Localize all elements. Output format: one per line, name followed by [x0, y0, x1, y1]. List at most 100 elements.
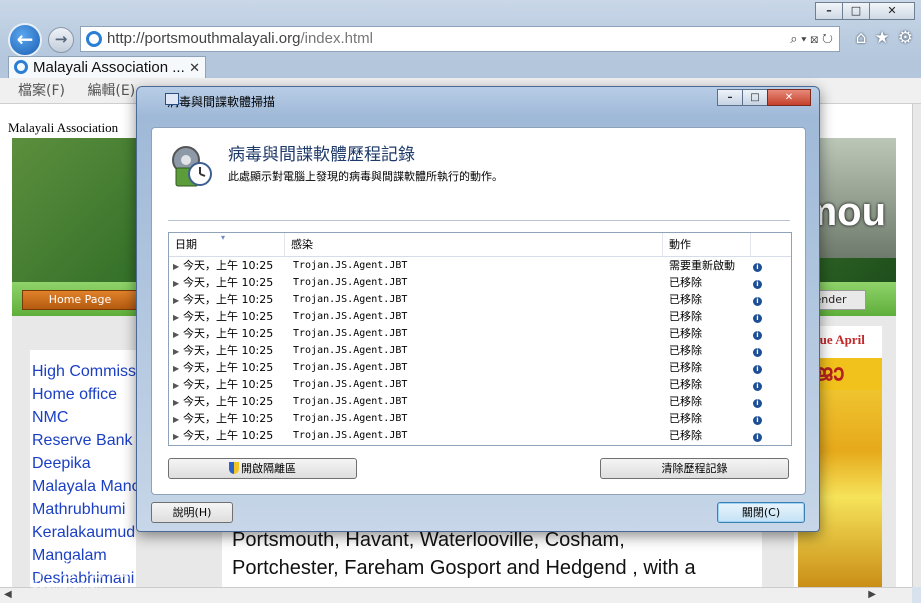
- scroll-right-icon[interactable]: ▶: [868, 588, 876, 602]
- expand-arrow-icon[interactable]: ▶: [173, 343, 183, 360]
- info-icon[interactable]: i: [753, 365, 762, 374]
- row-date: ▶ 今天，上午 10:25: [169, 308, 285, 325]
- scroll-left-icon[interactable]: ◀: [4, 588, 12, 602]
- link-home-office[interactable]: Home office: [32, 383, 136, 406]
- column-date-label: 日期: [175, 238, 197, 251]
- gear-icon[interactable]: ⚙: [898, 28, 913, 48]
- close-button[interactable]: ✕: [869, 2, 915, 20]
- expand-arrow-icon[interactable]: ▶: [173, 377, 183, 394]
- expand-arrow-icon[interactable]: ▶: [173, 309, 183, 326]
- address-tools-icon[interactable]: ⌕ ▾ ⊠ ↻: [790, 27, 833, 51]
- dialog-minimize-button[interactable]: –: [717, 89, 743, 106]
- table-row[interactable]: ▶ 今天，上午 10:25 Trojan.JS.Agent.JBT 已移除 i: [169, 291, 791, 308]
- scan-history-dialog: 病毒與間諜軟體掃描 – □ ✕ 病毒與間諜軟體歷程記錄 此處顯示對電腦上發現的病…: [136, 86, 820, 532]
- row-action: 已移除: [669, 344, 702, 357]
- minimize-button[interactable]: –: [815, 2, 843, 20]
- row-info: i: [751, 308, 791, 325]
- dialog-close-x-button[interactable]: ✕: [767, 89, 811, 106]
- table-row[interactable]: ▶ 今天，上午 10:25 Trojan.JS.Agent.JBT 需要重新啟動 i: [169, 257, 791, 274]
- row-action: 已移除: [669, 378, 702, 391]
- home-icon[interactable]: ⌂: [856, 28, 867, 48]
- info-icon[interactable]: i: [753, 280, 762, 289]
- column-header-infection[interactable]: 感染: [285, 233, 663, 256]
- help-button[interactable]: 說明(H): [151, 502, 233, 523]
- row-date: ▶ 今天，上午 10:25: [169, 257, 285, 274]
- virus-scan-gear-clock-icon: [172, 146, 212, 187]
- body-text: Portsmouth, Havant, Waterlooville, Cosha…: [222, 526, 762, 587]
- info-icon[interactable]: i: [753, 297, 762, 306]
- table-row[interactable]: ▶ 今天，上午 10:25 Trojan.JS.Agent.JBT 已移除 i: [169, 427, 791, 444]
- link-malayala-manorama[interactable]: Malayala Mano: [32, 475, 136, 498]
- expand-arrow-icon[interactable]: ▶: [173, 394, 183, 411]
- table-row[interactable]: ▶ 今天，上午 10:25 Trojan.JS.Agent.JBT 已移除 i: [169, 359, 791, 376]
- row-date-text: 今天，上午 10:25: [183, 344, 274, 357]
- info-icon[interactable]: i: [753, 399, 762, 408]
- table-row[interactable]: ▶ 今天，上午 10:25 Trojan.JS.Agent.JBT 已移除 i: [169, 308, 791, 325]
- favorites-star-icon[interactable]: ★: [875, 28, 890, 48]
- vertical-scrollbar[interactable]: [912, 104, 921, 587]
- info-icon[interactable]: i: [753, 348, 762, 357]
- row-date: ▶ 今天，上午 10:25: [169, 342, 285, 359]
- open-quarantine-button[interactable]: 開啟隔離區: [168, 458, 357, 479]
- menu-edit[interactable]: 編輯(E): [87, 83, 135, 99]
- table-row[interactable]: ▶ 今天，上午 10:25 Trojan.JS.Agent.JBT 已移除 i: [169, 274, 791, 291]
- link-reserve-bank[interactable]: Reserve Bank: [32, 429, 136, 452]
- link-mathrubhumi[interactable]: Mathrubhumi: [32, 498, 136, 521]
- row-info: i: [751, 274, 791, 291]
- info-icon[interactable]: i: [753, 416, 762, 425]
- row-date-text: 今天，上午 10:25: [183, 412, 274, 425]
- expand-arrow-icon[interactable]: ▶: [173, 428, 183, 445]
- expand-arrow-icon[interactable]: ▶: [173, 360, 183, 377]
- table-body: ▶ 今天，上午 10:25 Trojan.JS.Agent.JBT 需要重新啟動 i ▶ 今…: [169, 257, 791, 444]
- info-icon[interactable]: i: [753, 382, 762, 391]
- info-icon[interactable]: i: [753, 314, 762, 323]
- menu-file[interactable]: 檔案(F): [18, 83, 65, 99]
- row-action: 已移除: [669, 276, 702, 289]
- info-icon[interactable]: i: [753, 433, 762, 442]
- info-icon[interactable]: i: [753, 263, 762, 272]
- row-date: ▶ 今天，上午 10:25: [169, 393, 285, 410]
- column-header-date[interactable]: ▾ 日期: [169, 233, 285, 256]
- table-row[interactable]: ▶ 今天，上午 10:25 Trojan.JS.Agent.JBT 已移除 i: [169, 410, 791, 427]
- expand-arrow-icon[interactable]: ▶: [173, 292, 183, 309]
- window-controls: – □ ✕: [815, 2, 915, 20]
- row-info: i: [751, 410, 791, 427]
- table-row[interactable]: ▶ 今天，上午 10:25 Trojan.JS.Agent.JBT 已移除 i: [169, 325, 791, 342]
- row-action: 已移除: [669, 361, 702, 374]
- link-deepika[interactable]: Deepika: [32, 452, 136, 475]
- table-row[interactable]: ▶ 今天，上午 10:25 Trojan.JS.Agent.JBT 已移除 i: [169, 342, 791, 359]
- back-button[interactable]: ←: [8, 23, 42, 57]
- link-nmc[interactable]: NMC: [32, 406, 136, 429]
- expand-arrow-icon[interactable]: ▶: [173, 326, 183, 343]
- row-date: ▶ 今天，上午 10:25: [169, 291, 285, 308]
- expand-arrow-icon[interactable]: ▶: [173, 275, 183, 292]
- expand-arrow-icon[interactable]: ▶: [173, 258, 183, 275]
- table-row[interactable]: ▶ 今天，上午 10:25 Trojan.JS.Agent.JBT 已移除 i: [169, 393, 791, 410]
- close-dialog-button[interactable]: 關閉(C): [717, 502, 805, 523]
- table-row[interactable]: ▶ 今天，上午 10:25 Trojan.JS.Agent.JBT 已移除 i: [169, 376, 791, 393]
- clear-history-button[interactable]: 清除歷程記錄: [600, 458, 789, 479]
- url-path: /index.html: [300, 30, 373, 47]
- horizontal-scrollbar[interactable]: ◀ ▶: [0, 587, 912, 603]
- row-action: 已移除: [669, 327, 702, 340]
- row-infection: Trojan.JS.Agent.JBT: [293, 362, 408, 373]
- row-date-text: 今天，上午 10:25: [183, 395, 274, 408]
- tab-title: Malayali Association ...: [33, 59, 185, 76]
- home-page-link[interactable]: Home Page: [22, 290, 138, 310]
- link-high-commission[interactable]: High Commissi: [32, 360, 136, 383]
- dialog-titlebar: 病毒與間諜軟體掃描: [147, 93, 275, 110]
- dialog-maximize-button[interactable]: □: [742, 89, 768, 106]
- tab-close-icon[interactable]: ✕: [189, 57, 200, 78]
- maximize-button[interactable]: □: [842, 2, 870, 20]
- column-header-action[interactable]: 動作: [663, 233, 751, 256]
- row-action: 已移除: [669, 395, 702, 408]
- expand-arrow-icon[interactable]: ▶: [173, 411, 183, 428]
- link-keralakaumudi[interactable]: Keralakaumudi: [32, 521, 136, 544]
- address-bar[interactable]: http://portsmouthmalayali.org/index.html…: [80, 26, 840, 52]
- url-host: http://portsmouthmalayali.org: [107, 30, 301, 47]
- row-infection: Trojan.JS.Agent.JBT: [293, 277, 408, 288]
- browser-tab[interactable]: Malayali Association ... ✕: [8, 56, 206, 78]
- row-infection: Trojan.JS.Agent.JBT: [293, 328, 408, 339]
- forward-button[interactable]: →: [48, 27, 74, 53]
- info-icon[interactable]: i: [753, 331, 762, 340]
